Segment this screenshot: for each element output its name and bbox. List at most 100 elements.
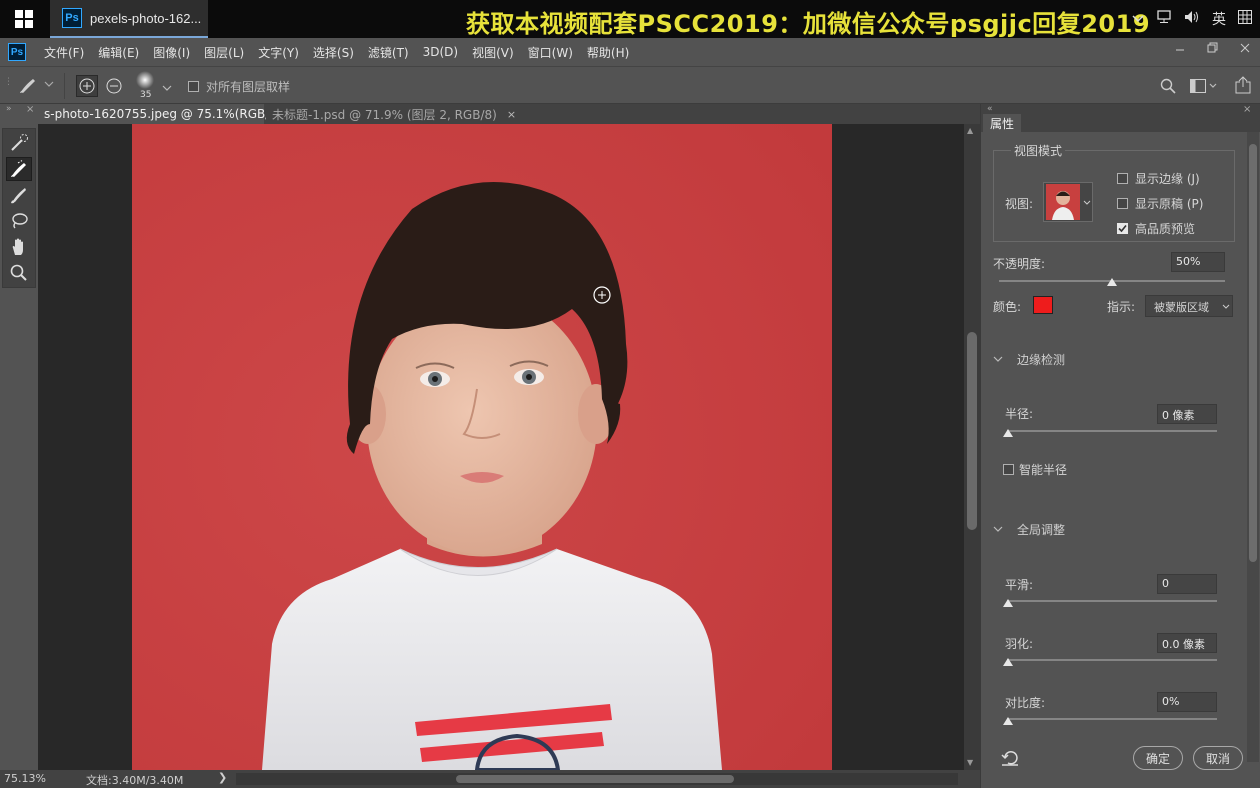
ps-logo-icon: Ps bbox=[8, 43, 26, 61]
menu-layer[interactable]: 图层(L) bbox=[204, 44, 244, 61]
ime-indicator[interactable]: 英 bbox=[1212, 9, 1226, 29]
sample-all-layers-checkbox[interactable] bbox=[188, 81, 199, 92]
close-window-icon[interactable] bbox=[1240, 42, 1250, 56]
options-divider bbox=[64, 73, 65, 99]
scroll-down-icon[interactable]: ▼ bbox=[967, 758, 973, 767]
tab-close-icon[interactable]: × bbox=[507, 108, 516, 121]
close-panel-icon[interactable]: × bbox=[1243, 104, 1251, 115]
minimize-icon[interactable] bbox=[1175, 42, 1185, 56]
menu-window[interactable]: 窗口(W) bbox=[528, 44, 573, 61]
edge-detection-title[interactable]: 边缘检测 bbox=[1017, 351, 1065, 368]
feather-input[interactable]: 0.0 像素 bbox=[1157, 633, 1217, 653]
collapse-arrows-icon[interactable]: » bbox=[6, 104, 12, 114]
opacity-input[interactable]: 50% bbox=[1171, 252, 1225, 272]
menu-3d[interactable]: 3D(D) bbox=[423, 45, 458, 59]
canvas-horizontal-scrollbar[interactable] bbox=[236, 773, 958, 785]
restore-icon[interactable] bbox=[1207, 42, 1218, 56]
vertical-scroll-thumb[interactable] bbox=[967, 332, 977, 530]
hand-tool-icon[interactable] bbox=[6, 235, 32, 259]
tab-active-document[interactable]: s-photo-1620755.jpeg @ 75.1%(RGB/8) × bbox=[38, 104, 301, 124]
section-collapse-chevron-icon[interactable] bbox=[993, 525, 1003, 533]
show-edge-checkbox[interactable] bbox=[1117, 173, 1128, 184]
smooth-slider-track[interactable] bbox=[1007, 600, 1217, 602]
menu-view[interactable]: 视图(V) bbox=[472, 44, 514, 61]
reset-icon[interactable] bbox=[1001, 750, 1019, 769]
canvas-area[interactable] bbox=[38, 124, 964, 770]
status-bar: 75.13% 文档:3.40M/3.40M ❯ bbox=[0, 770, 980, 788]
zoom-tool-icon[interactable] bbox=[6, 261, 32, 285]
indicate-dropdown[interactable]: 被蒙版区域 bbox=[1145, 295, 1233, 317]
feather-slider-track[interactable] bbox=[1007, 659, 1217, 661]
canvas-vertical-scrollbar[interactable]: ▲ ▼ bbox=[964, 124, 980, 770]
hq-preview-checkbox[interactable] bbox=[1117, 223, 1128, 234]
brush-size-picker[interactable]: 35 bbox=[130, 71, 160, 101]
tool-options-bar: ⋮ 35 对所有图层取样 bbox=[0, 66, 1260, 104]
quick-selection-tool-icon[interactable] bbox=[6, 131, 32, 155]
contrast-input[interactable]: 0% bbox=[1157, 692, 1217, 712]
smooth-slider-knob[interactable] bbox=[1003, 599, 1013, 607]
contrast-slider-knob[interactable] bbox=[1003, 717, 1013, 725]
smooth-input[interactable]: 0 bbox=[1157, 574, 1217, 594]
menu-filter[interactable]: 滤镜(T) bbox=[368, 44, 409, 61]
panel-scrollbar[interactable] bbox=[1247, 132, 1259, 762]
network-icon[interactable] bbox=[1156, 10, 1172, 28]
keyboard-grid-icon[interactable] bbox=[1238, 10, 1252, 28]
ok-button[interactable]: 确定 bbox=[1133, 746, 1183, 770]
panel-tab-row: « × 属性 bbox=[981, 104, 1260, 132]
smart-radius-checkbox[interactable] bbox=[1003, 464, 1014, 475]
taskbar-item-label: pexels-photo-162... bbox=[90, 10, 202, 26]
opacity-slider-knob[interactable] bbox=[1107, 278, 1117, 286]
close-panel-icon[interactable]: × bbox=[26, 104, 34, 115]
section-collapse-chevron-icon[interactable] bbox=[993, 355, 1003, 363]
lasso-tool-icon[interactable] bbox=[6, 209, 32, 233]
scroll-up-icon[interactable]: ▲ bbox=[967, 126, 973, 135]
color-label: 颜色: bbox=[993, 300, 1022, 314]
radius-input[interactable]: 0 像素 bbox=[1157, 404, 1217, 424]
chevron-up-icon[interactable] bbox=[1132, 11, 1144, 27]
document-image[interactable] bbox=[132, 124, 832, 770]
overlay-color-swatch[interactable] bbox=[1033, 296, 1053, 314]
collapse-arrows-icon[interactable]: « bbox=[987, 104, 993, 114]
contrast-slider-track[interactable] bbox=[1007, 718, 1217, 720]
show-original-checkbox[interactable] bbox=[1117, 198, 1128, 209]
status-menu-arrow-icon[interactable]: ❯ bbox=[218, 771, 227, 784]
show-original-label: 显示原稿 (P) bbox=[1135, 197, 1204, 211]
radius-slider-knob[interactable] bbox=[1003, 429, 1013, 437]
search-icon[interactable] bbox=[1160, 78, 1176, 97]
tab-inactive-document[interactable]: 未标题-1.psd @ 71.9% (图层 2, RGB/8) × bbox=[266, 104, 516, 124]
cancel-button[interactable]: 取消 bbox=[1193, 746, 1243, 770]
feather-slider-knob[interactable] bbox=[1003, 658, 1013, 666]
opacity-label: 不透明度: bbox=[993, 257, 1046, 271]
menu-bar: Ps 文件(F) 编辑(E) 图像(I) 图层(L) 文字(Y) 选择(S) 滤… bbox=[0, 38, 1260, 66]
properties-panel: « × 属性 视图模式 视图: 显示边缘 (J) 显示原稿 (P) 高品质预览 … bbox=[980, 104, 1260, 788]
radius-slider-track[interactable] bbox=[1007, 430, 1217, 432]
menu-edit[interactable]: 编辑(E) bbox=[98, 44, 139, 61]
menu-select[interactable]: 选择(S) bbox=[313, 44, 354, 61]
share-icon[interactable] bbox=[1235, 76, 1251, 97]
menu-help[interactable]: 帮助(H) bbox=[587, 44, 629, 61]
chevron-down-icon bbox=[1222, 304, 1230, 309]
tab-properties[interactable]: 属性 bbox=[983, 114, 1022, 132]
sample-all-layers-label: 对所有图层取样 bbox=[206, 80, 291, 94]
menu-image[interactable]: 图像(I) bbox=[153, 44, 190, 61]
menu-type[interactable]: 文字(Y) bbox=[258, 44, 299, 61]
subtract-from-selection-icon[interactable] bbox=[106, 78, 122, 97]
refine-edge-brush-tool-icon[interactable] bbox=[6, 157, 32, 181]
windows-start-icon[interactable] bbox=[0, 0, 48, 38]
document-size-info: 文档:3.40M/3.40M bbox=[86, 774, 184, 787]
checkmark-icon bbox=[1118, 224, 1127, 233]
taskbar-photoshop-item[interactable]: Ps pexels-photo-162... bbox=[50, 0, 208, 38]
view-thumbnail-dropdown[interactable] bbox=[1043, 182, 1093, 222]
global-refine-title[interactable]: 全局调整 bbox=[1017, 521, 1065, 538]
add-to-selection-icon[interactable] bbox=[76, 75, 98, 97]
refine-brush-preset-icon[interactable] bbox=[18, 75, 54, 98]
brush-tool-icon[interactable] bbox=[6, 183, 32, 207]
volume-icon[interactable] bbox=[1184, 10, 1200, 28]
menu-file[interactable]: 文件(F) bbox=[44, 44, 84, 61]
chevron-down-icon[interactable] bbox=[162, 81, 172, 95]
feather-label: 羽化: bbox=[1005, 637, 1034, 651]
workspace-icon[interactable] bbox=[1190, 79, 1218, 96]
zoom-level-field[interactable]: 75.13% bbox=[4, 772, 46, 785]
horizontal-scroll-thumb[interactable] bbox=[456, 775, 734, 783]
panel-scroll-thumb[interactable] bbox=[1249, 144, 1257, 562]
